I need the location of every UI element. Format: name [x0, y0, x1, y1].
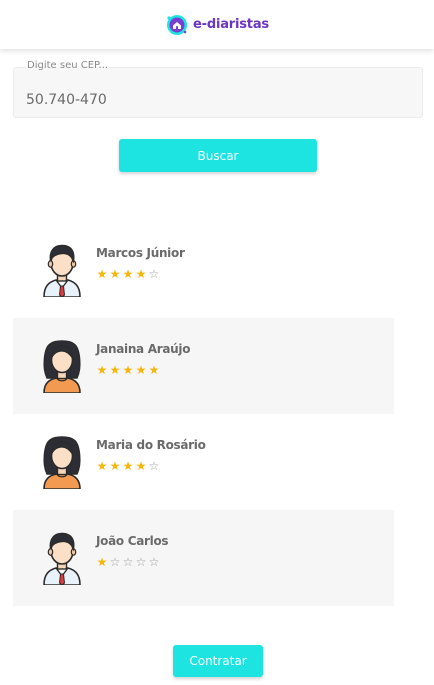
cep-field[interactable]: Digite seu CEP... [13, 60, 423, 118]
house-logo-icon [167, 14, 188, 35]
star-filled-icon: ★ [96, 267, 108, 281]
diarista-name: Maria do Rosário [96, 438, 206, 452]
star-rating: ★ ★ ★ ★ ☆ [96, 460, 206, 472]
brand-name: e-diaristas [193, 17, 269, 32]
diarista-list-item[interactable]: Maria do Rosário ★ ★ ★ ★ ☆ [13, 414, 394, 510]
star-empty-icon: ☆ [148, 459, 160, 473]
star-filled-icon: ★ [122, 459, 134, 473]
star-empty-icon: ☆ [148, 267, 160, 281]
star-filled-icon: ★ [96, 363, 108, 377]
female-avatar-icon [41, 434, 83, 490]
star-filled-icon: ★ [109, 459, 121, 473]
star-filled-icon: ★ [96, 459, 108, 473]
star-filled-icon: ★ [135, 267, 147, 281]
app-header: e-diaristas [0, 0, 434, 49]
diarista-info: João Carlos ★ ☆ ☆ ☆ ☆ [96, 534, 169, 568]
female-avatar-icon [41, 338, 83, 394]
diarista-info: Marcos Júnior ★ ★ ★ ★ ☆ [96, 246, 185, 280]
diarista-info: Maria do Rosário ★ ★ ★ ★ ☆ [96, 438, 206, 472]
male-avatar-icon [41, 530, 83, 586]
diarista-list-item[interactable]: Janaina Araújo ★ ★ ★ ★ ★ [13, 318, 394, 414]
star-filled-icon: ★ [135, 459, 147, 473]
diarista-name: Janaina Araújo [96, 342, 191, 356]
star-filled-icon: ★ [135, 363, 147, 377]
star-filled-icon: ★ [122, 267, 134, 281]
star-filled-icon: ★ [109, 363, 121, 377]
diarista-name: João Carlos [96, 534, 169, 548]
star-filled-icon: ★ [96, 555, 108, 569]
star-filled-icon: ★ [122, 363, 134, 377]
diarista-list: Marcos Júnior ★ ★ ★ ★ ☆ Janaina Araújo ★ ★ ★ ★ ★ M… [13, 222, 394, 606]
brand-logo[interactable]: e-diaristas [165, 13, 269, 37]
star-filled-icon: ★ [148, 363, 160, 377]
star-rating: ★ ☆ ☆ ☆ ☆ [96, 556, 168, 568]
star-filled-icon: ★ [109, 267, 121, 281]
cep-input[interactable] [14, 68, 422, 117]
diarista-list-item[interactable]: Marcos Júnior ★ ★ ★ ★ ☆ [13, 222, 394, 318]
contract-button[interactable]: Contratar [173, 645, 263, 677]
star-rating: ★ ★ ★ ★ ☆ [96, 268, 185, 280]
diarista-name: Marcos Júnior [96, 246, 185, 260]
star-rating: ★ ★ ★ ★ ★ [96, 364, 190, 376]
star-empty-icon: ☆ [109, 555, 121, 569]
search-button[interactable]: Buscar [119, 139, 317, 172]
diarista-info: Janaina Araújo ★ ★ ★ ★ ★ [96, 342, 190, 376]
diarista-list-item[interactable]: João Carlos ★ ☆ ☆ ☆ ☆ [13, 510, 394, 606]
male-avatar-icon [41, 242, 83, 298]
star-empty-icon: ☆ [135, 555, 147, 569]
star-empty-icon: ☆ [122, 555, 134, 569]
star-empty-icon: ☆ [148, 555, 160, 569]
